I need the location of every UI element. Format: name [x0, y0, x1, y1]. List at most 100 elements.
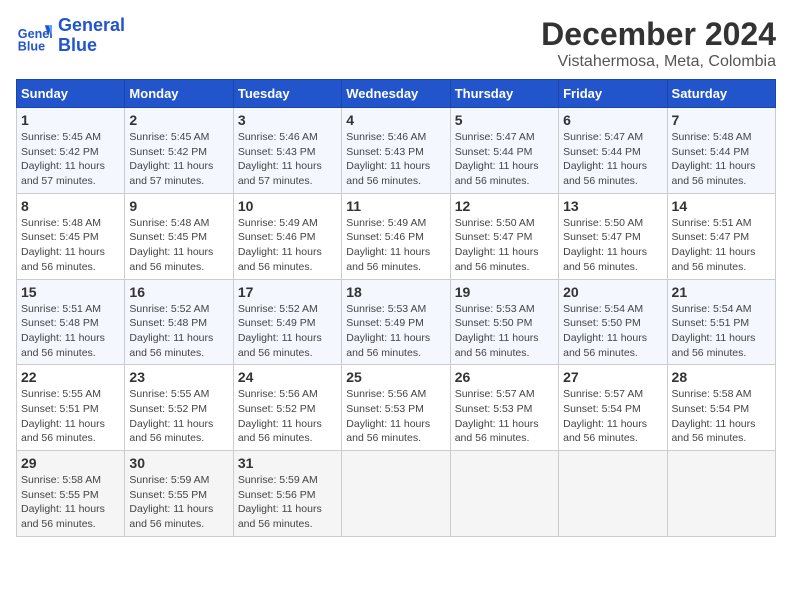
calendar-body: 1 Sunrise: 5:45 AMSunset: 5:42 PMDaylight…: [17, 108, 776, 537]
calendar-cell: 19 Sunrise: 5:53 AMSunset: 5:50 PMDayligh…: [450, 279, 558, 365]
day-number: 5: [455, 112, 554, 128]
weekday-header-wednesday: Wednesday: [342, 80, 450, 108]
day-info: Sunrise: 5:55 AMSunset: 5:51 PMDaylight:…: [21, 387, 120, 446]
calendar-week-5: 29 Sunrise: 5:58 AMSunset: 5:55 PMDayligh…: [17, 451, 776, 537]
day-number: 14: [672, 198, 771, 214]
calendar-cell: [667, 451, 775, 537]
calendar-cell: 2 Sunrise: 5:45 AMSunset: 5:42 PMDaylight…: [125, 108, 233, 194]
calendar-cell: 9 Sunrise: 5:48 AMSunset: 5:45 PMDaylight…: [125, 193, 233, 279]
day-number: 25: [346, 369, 445, 385]
day-number: 2: [129, 112, 228, 128]
calendar-cell: 28Sunrise: 5:58 AMSunset: 5:54 PMDayligh…: [667, 365, 775, 451]
header: General Blue General Blue December 2024 …: [16, 16, 776, 71]
day-number: 3: [238, 112, 337, 128]
logo-icon: General Blue: [16, 18, 52, 54]
day-number: 29: [21, 455, 120, 471]
day-number: 12: [455, 198, 554, 214]
day-info: Sunrise: 5:48 AMSunset: 5:44 PMDaylight:…: [672, 130, 771, 189]
day-info: Sunrise: 5:45 AMSunset: 5:42 PMDaylight:…: [129, 130, 228, 189]
calendar: SundayMondayTuesdayWednesdayThursdayFrid…: [16, 79, 776, 537]
day-info: Sunrise: 5:56 AMSunset: 5:52 PMDaylight:…: [238, 387, 337, 446]
main-title: December 2024: [541, 16, 776, 53]
day-number: 22: [21, 369, 120, 385]
day-number: 19: [455, 284, 554, 300]
day-number: 6: [563, 112, 662, 128]
day-number: 30: [129, 455, 228, 471]
calendar-cell: [342, 451, 450, 537]
day-number: 21: [672, 284, 771, 300]
day-number: 23: [129, 369, 228, 385]
calendar-cell: 31 Sunrise: 5:59 AMSunset: 5:56 PMDayligh…: [233, 451, 341, 537]
title-area: December 2024 Vistahermosa, Meta, Colomb…: [541, 16, 776, 71]
day-number: 28: [672, 369, 771, 385]
day-info: Sunrise: 5:56 AMSunset: 5:53 PMDaylight:…: [346, 387, 445, 446]
calendar-cell: 23Sunrise: 5:55 AMSunset: 5:52 PMDayligh…: [125, 365, 233, 451]
day-info: Sunrise: 5:53 AMSunset: 5:49 PMDaylight:…: [346, 302, 445, 361]
day-number: 27: [563, 369, 662, 385]
day-number: 15: [21, 284, 120, 300]
logo-general: General: [58, 15, 125, 35]
calendar-cell: 25 Sunrise: 5:56 AMSunset: 5:53 PMDayligh…: [342, 365, 450, 451]
day-number: 13: [563, 198, 662, 214]
calendar-cell: [450, 451, 558, 537]
calendar-week-2: 8Sunrise: 5:48 AMSunset: 5:45 PMDaylight…: [17, 193, 776, 279]
day-info: Sunrise: 5:51 AMSunset: 5:48 PMDaylight:…: [21, 302, 120, 361]
day-number: 9: [129, 198, 228, 214]
day-info: Sunrise: 5:49 AMSunset: 5:46 PMDaylight:…: [346, 216, 445, 275]
day-info: Sunrise: 5:52 AMSunset: 5:48 PMDaylight:…: [129, 302, 228, 361]
calendar-cell: 24 Sunrise: 5:56 AMSunset: 5:52 PMDayligh…: [233, 365, 341, 451]
day-info: Sunrise: 5:49 AMSunset: 5:46 PMDaylight:…: [238, 216, 337, 275]
day-number: 7: [672, 112, 771, 128]
day-number: 31: [238, 455, 337, 471]
day-number: 17: [238, 284, 337, 300]
weekday-header-tuesday: Tuesday: [233, 80, 341, 108]
day-number: 1: [21, 112, 120, 128]
day-info: Sunrise: 5:45 AMSunset: 5:42 PMDaylight:…: [21, 130, 120, 189]
calendar-cell: 21Sunrise: 5:54 AMSunset: 5:51 PMDayligh…: [667, 279, 775, 365]
day-info: Sunrise: 5:47 AMSunset: 5:44 PMDaylight:…: [563, 130, 662, 189]
day-info: Sunrise: 5:46 AMSunset: 5:43 PMDaylight:…: [238, 130, 337, 189]
day-number: 11: [346, 198, 445, 214]
day-number: 24: [238, 369, 337, 385]
calendar-cell: 3 Sunrise: 5:46 AMSunset: 5:43 PMDaylight…: [233, 108, 341, 194]
calendar-cell: 26 Sunrise: 5:57 AMSunset: 5:53 PMDayligh…: [450, 365, 558, 451]
calendar-cell: 30Sunrise: 5:59 AMSunset: 5:55 PMDayligh…: [125, 451, 233, 537]
logo-blue: Blue: [58, 35, 97, 55]
day-number: 18: [346, 284, 445, 300]
day-info: Sunrise: 5:50 AMSunset: 5:47 PMDaylight:…: [563, 216, 662, 275]
day-info: Sunrise: 5:57 AMSunset: 5:53 PMDaylight:…: [455, 387, 554, 446]
calendar-cell: 7 Sunrise: 5:48 AMSunset: 5:44 PMDaylight…: [667, 108, 775, 194]
day-info: Sunrise: 5:52 AMSunset: 5:49 PMDaylight:…: [238, 302, 337, 361]
calendar-cell: 13 Sunrise: 5:50 AMSunset: 5:47 PMDayligh…: [559, 193, 667, 279]
day-info: Sunrise: 5:57 AMSunset: 5:54 PMDaylight:…: [563, 387, 662, 446]
day-info: Sunrise: 5:54 AMSunset: 5:50 PMDaylight:…: [563, 302, 662, 361]
calendar-cell: 17 Sunrise: 5:52 AMSunset: 5:49 PMDayligh…: [233, 279, 341, 365]
day-number: 26: [455, 369, 554, 385]
day-info: Sunrise: 5:48 AMSunset: 5:45 PMDaylight:…: [21, 216, 120, 275]
calendar-cell: 15 Sunrise: 5:51 AMSunset: 5:48 PMDayligh…: [17, 279, 125, 365]
day-info: Sunrise: 5:53 AMSunset: 5:50 PMDaylight:…: [455, 302, 554, 361]
day-info: Sunrise: 5:48 AMSunset: 5:45 PMDaylight:…: [129, 216, 228, 275]
calendar-cell: 1 Sunrise: 5:45 AMSunset: 5:42 PMDaylight…: [17, 108, 125, 194]
day-info: Sunrise: 5:47 AMSunset: 5:44 PMDaylight:…: [455, 130, 554, 189]
weekday-header-friday: Friday: [559, 80, 667, 108]
logo-text: General Blue: [58, 16, 125, 56]
logo: General Blue General Blue: [16, 16, 125, 56]
calendar-header-row: SundayMondayTuesdayWednesdayThursdayFrid…: [17, 80, 776, 108]
day-number: 10: [238, 198, 337, 214]
calendar-week-4: 22 Sunrise: 5:55 AMSunset: 5:51 PMDayligh…: [17, 365, 776, 451]
calendar-cell: 11 Sunrise: 5:49 AMSunset: 5:46 PMDayligh…: [342, 193, 450, 279]
calendar-cell: 6 Sunrise: 5:47 AMSunset: 5:44 PMDaylight…: [559, 108, 667, 194]
day-number: 4: [346, 112, 445, 128]
day-info: Sunrise: 5:46 AMSunset: 5:43 PMDaylight:…: [346, 130, 445, 189]
calendar-cell: 12Sunrise: 5:50 AMSunset: 5:47 PMDayligh…: [450, 193, 558, 279]
day-info: Sunrise: 5:51 AMSunset: 5:47 PMDaylight:…: [672, 216, 771, 275]
day-info: Sunrise: 5:59 AMSunset: 5:56 PMDaylight:…: [238, 473, 337, 532]
calendar-cell: 8Sunrise: 5:48 AMSunset: 5:45 PMDaylight…: [17, 193, 125, 279]
calendar-week-3: 15 Sunrise: 5:51 AMSunset: 5:48 PMDayligh…: [17, 279, 776, 365]
calendar-cell: 18 Sunrise: 5:53 AMSunset: 5:49 PMDayligh…: [342, 279, 450, 365]
calendar-week-1: 1 Sunrise: 5:45 AMSunset: 5:42 PMDaylight…: [17, 108, 776, 194]
weekday-header-thursday: Thursday: [450, 80, 558, 108]
day-info: Sunrise: 5:58 AMSunset: 5:55 PMDaylight:…: [21, 473, 120, 532]
weekday-header-saturday: Saturday: [667, 80, 775, 108]
